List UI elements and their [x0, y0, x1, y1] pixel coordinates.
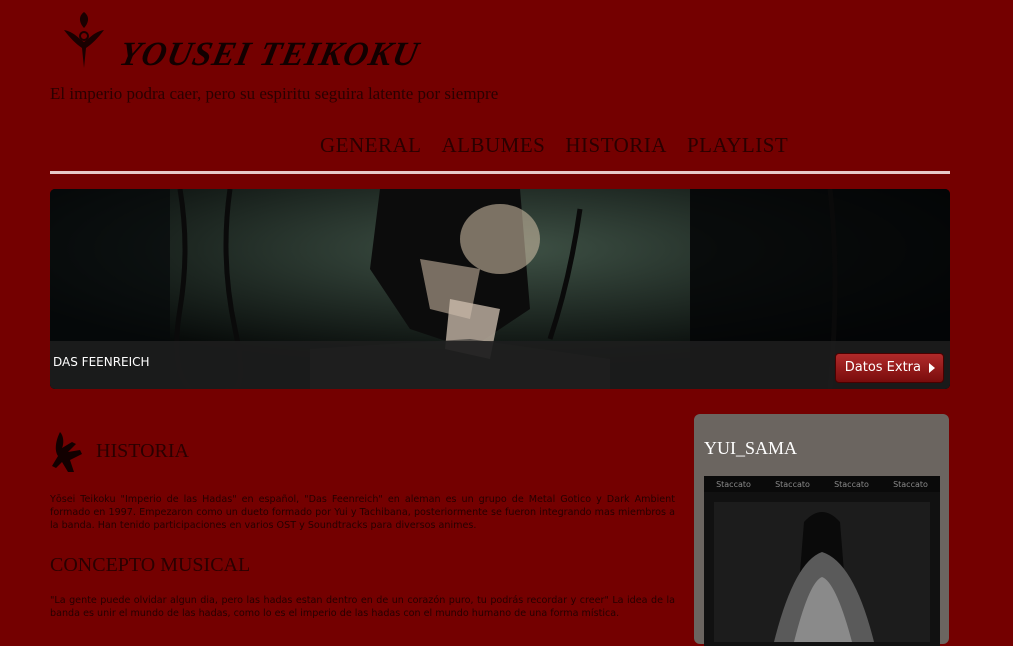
nav-item-historia[interactable]: HISTORIA [565, 133, 667, 158]
site-tagline: El imperio podra caer, pero su espiritu … [50, 84, 499, 103]
nav-item-playlist[interactable]: PLAYLIST [687, 133, 788, 158]
nav-item-albumes[interactable]: ALBUMES [442, 133, 546, 158]
strip-label: Staccato [834, 479, 869, 489]
sidebar-image[interactable]: Staccato Staccato Staccato Staccato [704, 476, 940, 646]
strip-label: Staccato [893, 479, 928, 489]
historia-paragraph: Yōsei Teikoku "Imperio de las Hadas" en … [50, 494, 675, 531]
datos-extra-button[interactable]: Datos Extra [834, 353, 944, 383]
banner-caption: DAS FEENREICH [53, 355, 150, 369]
nav-item-general[interactable]: GENERAL [320, 133, 422, 158]
header-divider [50, 171, 950, 174]
site-header: YOUSEI TEIKOKU El imperio podra caer, pe… [50, 0, 950, 110]
strip-label: Staccato [716, 479, 751, 489]
singer-photo [704, 492, 940, 646]
sidebar-widget: YUI_SAMA Staccato Staccato Staccato Stac… [694, 414, 949, 646]
image-text-strip: Staccato Staccato Staccato Staccato [704, 476, 940, 492]
strip-label: Staccato [775, 479, 810, 489]
emblem-logo-icon [64, 12, 104, 68]
banner-slideshow[interactable]: DAS FEENREICH Datos Extra [50, 189, 950, 389]
concepto-musical-heading: CONCEPTO MUSICAL [50, 554, 251, 576]
play-arrow-icon [929, 363, 935, 373]
section-title-historia: HISTORIA [96, 440, 189, 462]
sidebar-title: YUI_SAMA [704, 438, 798, 458]
site-title[interactable]: YOUSEI TEIKOKU [116, 36, 422, 74]
hand-silhouette-icon [52, 432, 82, 472]
concepto-paragraph: "La gente puede olvidar algun dia, pero … [50, 595, 675, 619]
banner-caption-bar: DAS FEENREICH Datos Extra [50, 341, 950, 389]
main-nav: GENERAL ALBUMES HISTORIA PLAYLIST [320, 133, 788, 158]
datos-extra-label: Datos Extra [844, 360, 921, 375]
